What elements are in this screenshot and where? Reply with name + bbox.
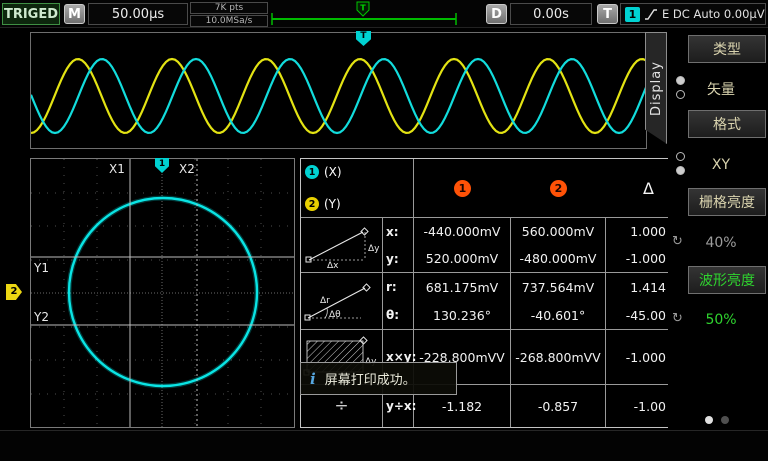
svg-text:Δr: Δr [320,296,330,306]
delta-xy-icon: Δy Δx [301,218,383,273]
yt-waveform-window [30,32,647,149]
trigger-position-shield[interactable]: T [357,2,369,16]
svg-text:T: T [360,4,366,13]
source-x-label: (X) [324,165,342,179]
top-status-bar: TRIGED M 50.00μs 7K pts 10.0MSa/s T D 0.… [0,0,768,28]
col-header-delta: Δ [606,159,668,218]
xy-display-window: X1 X2 Y1 Y2 [30,158,295,428]
cursor-y1-label: Y1 [33,261,49,275]
grid-brightness-header[interactable]: 栅格亮度 [688,188,766,216]
ch2-dot-icon: 2 [305,197,319,211]
trigger-settings: E DC Auto 0.00μV [662,7,765,21]
delay-readout: 0.00s [510,3,592,25]
row1-ch2-values: 560.000mV-480.000mV [511,218,606,273]
page-dot-active [705,416,713,424]
page-dot-inactive [721,416,729,424]
grid-brightness-value[interactable]: 40% [676,226,766,260]
source-y-line: 2 (Y) [305,197,341,211]
source-header-cell: 1 (X) 2 (Y) [301,159,414,218]
ch1-dot-icon: 1 [305,165,319,179]
svg-text:Δy: Δy [368,244,380,254]
row2-labels: r:θ: [383,273,414,330]
display-tab-label: Display [649,61,664,116]
cursor1-number-icon: 1 [454,180,471,197]
ch2-waveform [31,59,646,133]
delta-r-theta-icon: Δr Δθ [301,273,383,330]
ch1-waveform [31,59,646,133]
row2-ch2-values: 737.564mV-40.601° [511,273,606,330]
wave-brightness-value[interactable]: 50% [676,303,766,337]
display-menu-tab[interactable]: Display [645,32,667,144]
type-value[interactable]: 矢量 [676,72,766,106]
row2-delta-values: 1.414-45.00 [606,273,668,330]
row1-ch1-values: -440.000mV520.000mV [414,218,511,273]
waveform-plot [31,33,646,148]
trigger-status: TRIGED [2,3,60,25]
cursor2-number-icon: 2 [550,180,567,197]
col-header-ch1: 1 [414,159,511,218]
toast-notification: i 屏幕打印成功。 [300,362,457,395]
wave-brightness-header[interactable]: 波形亮度 [688,266,766,294]
source-y-label: (Y) [324,197,341,211]
horizontal-position-bar[interactable]: T [268,0,460,27]
oscilloscope-screen: TRIGED M 50.00μs 7K pts 10.0MSa/s T D 0.… [0,0,768,461]
cursor-x1-label: X1 [109,162,125,176]
source-x-line: 1 (X) [305,165,342,179]
cursor-y2-label: Y2 [33,310,49,324]
sample-rate: 10.0MSa/s [190,15,268,27]
svg-text:Δx: Δx [327,261,339,268]
delay-d-button[interactable]: D [486,4,507,24]
row3-delta-value: -1.000 [606,330,668,385]
info-icon: i [310,370,316,388]
row1-labels: x:y: [383,218,414,273]
menu-m-button[interactable]: M [64,4,85,24]
trigger-info-box: 1 E DC Auto 0.00μV [620,3,766,25]
type-header-button[interactable]: 类型 [688,35,766,63]
row4-delta-value: -1.00 [606,385,668,427]
svg-text:Δθ: Δθ [329,310,341,320]
format-value[interactable]: XY [676,148,766,182]
rising-edge-icon [644,8,658,21]
toast-message: 屏幕打印成功。 [325,369,416,388]
format-header-button[interactable]: 格式 [688,110,766,138]
trigger-t-button[interactable]: T [597,4,618,24]
timebase-readout: 50.00μs [88,3,188,25]
row1-delta-values: 1.000-1.000 [606,218,668,273]
row4-ch2-value: -0.857 [511,385,606,427]
memory-depth: 7K pts [190,2,268,14]
row3-ch2-value: -268.800mVV [511,330,606,385]
xy-lissajous-trace [69,198,257,386]
bottom-status-bar: 1 500.00mV 1X 2 500.00mV 1X M OFF [0,430,768,461]
trigger-source-badge: 1 [625,7,640,22]
row2-ch1-values: 681.175mV130.236° [414,273,511,330]
ch2-level-marker[interactable]: 2 [6,284,22,300]
col-header-ch2: 2 [511,159,606,218]
xy-plot: X1 X2 Y1 Y2 [31,159,294,427]
display-menu-panel: 类型 矢量 格式 XY 栅格亮度 ↻ 40% 波形亮度 ↻ 50% [668,28,768,430]
cursor-x2-label: X2 [179,162,195,176]
